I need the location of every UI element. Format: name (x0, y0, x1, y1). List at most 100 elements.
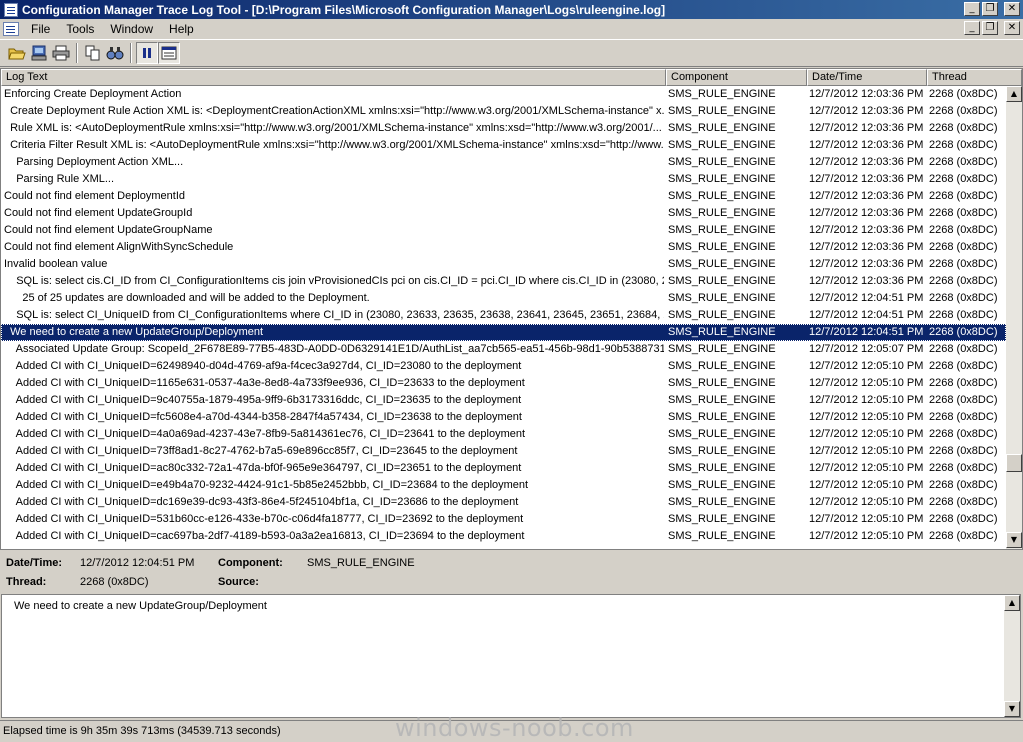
thread-cell: 2268 (0x8DC) (929, 445, 998, 457)
table-row[interactable]: Create Deployment Rule Action XML is: <D… (1, 103, 1006, 120)
datetime-cell: 12/7/2012 12:05:10 PM (809, 479, 924, 491)
pause-icon[interactable] (136, 42, 158, 64)
table-row[interactable]: Added CI with CI_UniqueID=ac80c332-72a1-… (1, 460, 1006, 477)
thread-cell: 2268 (0x8DC) (929, 139, 998, 151)
thread-cell: 2268 (0x8DC) (929, 479, 998, 491)
thread-cell: 2268 (0x8DC) (929, 292, 998, 304)
table-row[interactable]: Associated Update Group: ScopeId_2F678E8… (1, 341, 1006, 358)
component-cell: SMS_RULE_ENGINE (668, 190, 776, 202)
column-header-thread[interactable]: Thread (927, 69, 1022, 86)
open-on-server-icon[interactable] (28, 42, 50, 64)
highlight-icon[interactable] (158, 42, 180, 64)
table-row[interactable]: Added CI with CI_UniqueID=cac697ba-2df7-… (1, 528, 1006, 545)
datetime-cell: 12/7/2012 12:03:36 PM (809, 258, 924, 270)
component-cell: SMS_RULE_ENGINE (668, 105, 776, 117)
table-row[interactable]: Could not find element UpdateGroupName SM… (1, 222, 1006, 239)
table-row[interactable]: Added CI with CI_UniqueID=4a0a69ad-4237-… (1, 426, 1006, 443)
log-text-cell: Added CI with CI_UniqueID=e49b4a70-9232-… (4, 479, 529, 491)
table-row[interactable]: Added CI with CI_UniqueID=1165e631-0537-… (1, 375, 1006, 392)
find-icon[interactable] (104, 42, 126, 64)
datetime-cell: 12/7/2012 12:03:36 PM (809, 224, 924, 236)
message-scroll-down-button[interactable]: ▼ (1004, 701, 1020, 717)
column-header-log-text[interactable]: Log Text (1, 69, 666, 86)
table-row[interactable]: Could not find element AlignWithSyncSche… (1, 239, 1006, 256)
log-text-cell: Added CI with CI_UniqueID=1165e631-0537-… (4, 377, 525, 389)
datetime-cell: 12/7/2012 12:05:10 PM (809, 462, 924, 474)
table-row[interactable]: Added CI with CI_UniqueID=62498940-d04d-… (1, 358, 1006, 375)
component-cell: SMS_RULE_ENGINE (668, 326, 776, 338)
menu-help[interactable]: Help (161, 22, 202, 36)
table-row[interactable]: Added CI with CI_UniqueID=e49b4a70-9232-… (1, 477, 1006, 494)
table-row[interactable]: Added CI with CI_UniqueID=9c40755a-1879-… (1, 392, 1006, 409)
table-row[interactable]: Enforcing Create Deployment Action SMS_RU… (1, 86, 1006, 103)
message-scrollbar[interactable]: ▲ ▼ (1004, 595, 1020, 717)
document-icon[interactable] (3, 21, 19, 36)
table-row[interactable]: Could not find element UpdateGroupId SMS_… (1, 205, 1006, 222)
log-scrollbar[interactable]: ▲ ▼ (1006, 86, 1022, 549)
watermark: windows-noob.com (395, 714, 634, 742)
table-row[interactable]: SQL is: select CI_UniqueID from CI_Confi… (1, 307, 1006, 324)
datetime-cell: 12/7/2012 12:05:10 PM (809, 360, 924, 372)
scroll-up-button[interactable]: ▲ (1006, 86, 1022, 102)
column-header-datetime[interactable]: Date/Time (807, 69, 927, 86)
thread-cell: 2268 (0x8DC) (929, 343, 998, 355)
thread-cell: 2268 (0x8DC) (929, 428, 998, 440)
log-rows: Enforcing Create Deployment Action SMS_RU… (1, 86, 1006, 549)
window-title: Configuration Manager Trace Log Tool - [… (22, 2, 666, 17)
datetime-cell: 12/7/2012 12:05:10 PM (809, 377, 924, 389)
component-cell: SMS_RULE_ENGINE (668, 479, 776, 491)
doc-close-button[interactable]: ✕ (1004, 21, 1020, 35)
component-cell: SMS_RULE_ENGINE (668, 241, 776, 253)
thread-cell: 2268 (0x8DC) (929, 309, 998, 321)
component-cell: SMS_RULE_ENGINE (668, 173, 776, 185)
menu-window[interactable]: Window (102, 22, 161, 36)
datetime-cell: 12/7/2012 12:03:36 PM (809, 105, 924, 117)
thread-cell: 2268 (0x8DC) (929, 377, 998, 389)
table-row[interactable]: Added CI with CI_UniqueID=73ff8ad1-8c27-… (1, 443, 1006, 460)
table-row[interactable]: Could not find element DeploymentId SMS_R… (1, 188, 1006, 205)
close-button[interactable]: ✕ (1004, 2, 1020, 16)
component-cell: SMS_RULE_ENGINE (668, 275, 776, 287)
message-text-box[interactable]: We need to create a new UpdateGroup/Depl… (1, 594, 1021, 718)
copy-icon[interactable] (82, 42, 104, 64)
component-cell: SMS_RULE_ENGINE (668, 224, 776, 236)
table-row[interactable]: 25 of 25 updates are downloaded and will… (1, 290, 1006, 307)
thread-cell: 2268 (0x8DC) (929, 224, 998, 236)
restore-button[interactable]: ❐ (982, 2, 998, 16)
table-row[interactable]: Rule XML is: <AutoDeploymentRule xmlns:x… (1, 120, 1006, 137)
print-icon[interactable] (50, 42, 72, 64)
log-text-cell: Create Deployment Rule Action XML is: <D… (4, 105, 664, 117)
app-log-icon (4, 2, 18, 17)
table-row[interactable]: Added CI with CI_UniqueID=531b60cc-e126-… (1, 511, 1006, 528)
log-text-cell: Parsing Deployment Action XML... (4, 156, 184, 168)
table-row-selected[interactable]: We need to create a new UpdateGroup/Depl… (1, 324, 1006, 341)
table-row[interactable]: Added CI with CI_UniqueID=fc5608e4-a70d-… (1, 409, 1006, 426)
component-cell: SMS_RULE_ENGINE (668, 156, 776, 168)
menu-file[interactable]: File (23, 22, 58, 36)
title-bar: Configuration Manager Trace Log Tool - [… (0, 0, 1023, 19)
component-label: Component: (218, 557, 283, 569)
table-row[interactable]: Parsing Deployment Action XML... SMS_RULE… (1, 154, 1006, 171)
doc-restore-button[interactable]: ❐ (982, 21, 998, 35)
thread-cell: 2268 (0x8DC) (929, 156, 998, 168)
table-row[interactable]: Criteria Filter Result XML is: <AutoDepl… (1, 137, 1006, 154)
menu-tools[interactable]: Tools (58, 22, 102, 36)
log-text-cell: Added CI with CI_UniqueID=fc5608e4-a70d-… (4, 411, 522, 423)
minimize-button[interactable]: _ (964, 2, 980, 16)
column-header-component[interactable]: Component (666, 69, 807, 86)
scroll-thumb[interactable] (1006, 454, 1022, 472)
table-row[interactable]: Invalid boolean value SMS_RULE_ENGINE 12/7… (1, 256, 1006, 273)
doc-minimize-button[interactable]: _ (964, 21, 980, 35)
table-row[interactable]: SQL is: select cis.CI_ID from CI_Configu… (1, 273, 1006, 290)
table-row[interactable]: Added CI with CI_UniqueID=dc169e39-dc93-… (1, 494, 1006, 511)
open-icon[interactable] (6, 42, 28, 64)
scroll-down-button[interactable]: ▼ (1006, 532, 1022, 548)
datetime-cell: 12/7/2012 12:03:36 PM (809, 275, 924, 287)
table-row[interactable]: Parsing Rule XML... SMS_RULE_ENGINE 12/7/2… (1, 171, 1006, 188)
message-scroll-up-button[interactable]: ▲ (1004, 595, 1020, 611)
log-list[interactable]: Log Text Component Date/Time Thread Enfo… (0, 68, 1023, 550)
datetime-cell: 12/7/2012 12:03:36 PM (809, 241, 924, 253)
log-text-cell: Could not find element AlignWithSyncSche… (4, 241, 234, 253)
log-text-cell: Parsing Rule XML... (4, 173, 115, 185)
thread-cell: 2268 (0x8DC) (929, 462, 998, 474)
